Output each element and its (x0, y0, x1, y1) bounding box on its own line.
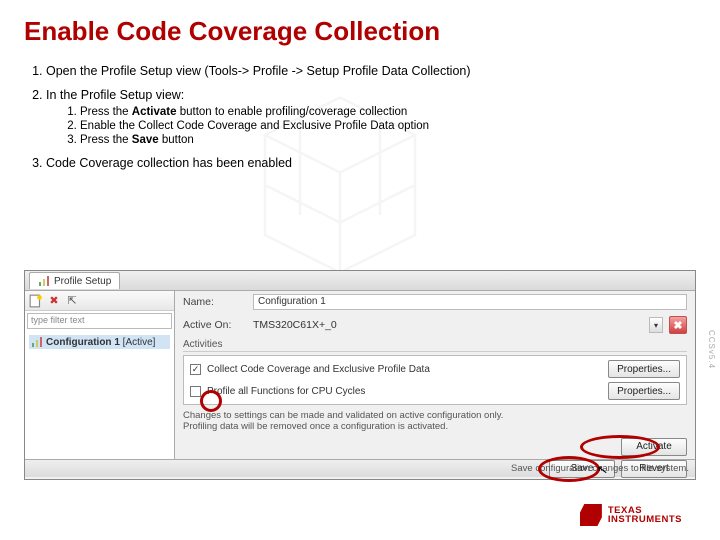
main-pane: Name: Configuration 1 Active On: TMS320C… (175, 291, 695, 459)
sidebar: ✖ ⇱ type filter text Configuration 1 [Ac… (25, 291, 175, 459)
slide-title: Enable Code Coverage Collection (24, 16, 440, 47)
brand-line2: Instruments (608, 515, 682, 525)
instructions-block: Open the Profile Setup view (Tools-> Pro… (24, 64, 696, 180)
profile-icon (38, 275, 50, 287)
properties-button-1[interactable]: Properties... (608, 360, 680, 378)
ti-chip-icon (580, 504, 602, 526)
checkbox-code-coverage[interactable] (190, 364, 201, 375)
step-2-1: Press the Activate button to enable prof… (80, 106, 696, 118)
sidebar-toolbar: ✖ ⇱ (25, 291, 174, 311)
config-tree: Configuration 1 [Active] (25, 331, 174, 353)
ti-logo: Texas Instruments (580, 504, 682, 526)
properties-button-2[interactable]: Properties... (608, 382, 680, 400)
remove-target-icon[interactable]: ✖ (669, 316, 687, 334)
edge-watermark: CCSv5.4 (707, 330, 716, 369)
activeon-dropdown-icon[interactable]: ▾ (649, 317, 663, 333)
activities-list: Collect Code Coverage and Exclusive Prof… (183, 355, 687, 405)
step-1: Open the Profile Setup view (Tools-> Pro… (46, 64, 696, 78)
checkbox-profile-cpu[interactable] (190, 386, 201, 397)
collapse-icon[interactable]: ⇱ (65, 294, 79, 308)
step-2: In the Profile Setup view: Press the Act… (46, 88, 696, 146)
step-2-3: Press the Save button (80, 134, 696, 146)
config-icon (31, 336, 43, 348)
filter-input[interactable]: type filter text (27, 313, 172, 329)
name-label: Name: (183, 296, 247, 308)
hint-text: Changes to settings can be made and vali… (183, 410, 687, 433)
profile-setup-window: Profile Setup ✖ ⇱ type filter text Confi… (24, 270, 696, 480)
step-3: Code Coverage collection has been enable… (46, 156, 696, 170)
delete-icon[interactable]: ✖ (47, 294, 61, 308)
activate-button[interactable]: Activate (621, 438, 687, 456)
new-config-icon[interactable] (29, 294, 43, 308)
tab-label: Profile Setup (54, 276, 111, 287)
activity-code-coverage: Collect Code Coverage and Exclusive Prof… (207, 364, 602, 375)
activeon-value: TMS320C61X+_0 (253, 319, 643, 331)
activities-header: Activities (183, 339, 687, 352)
step-2-2: Enable the Collect Code Coverage and Exc… (80, 120, 696, 132)
tab-profile-setup[interactable]: Profile Setup (29, 272, 120, 289)
activity-profile-cpu: Profile all Functions for CPU Cycles (207, 386, 602, 397)
tab-strip: Profile Setup (25, 271, 695, 291)
tree-item-config1[interactable]: Configuration 1 [Active] (29, 335, 170, 349)
activeon-label: Active On: (183, 319, 247, 331)
name-input[interactable]: Configuration 1 (253, 294, 687, 310)
